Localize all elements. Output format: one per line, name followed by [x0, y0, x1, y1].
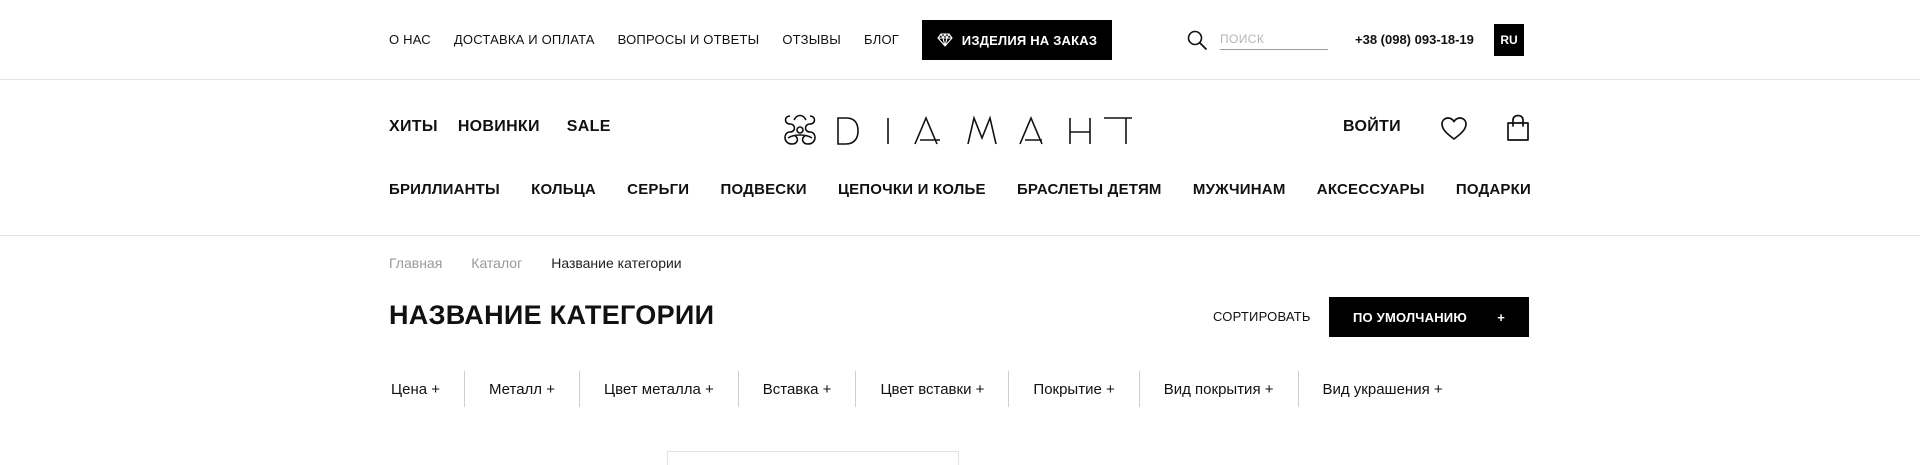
shopping-bag-icon[interactable]: [1506, 114, 1530, 142]
language-switch[interactable]: RU: [1494, 24, 1524, 56]
category-gifts[interactable]: ПОДАРКИ: [1456, 181, 1531, 198]
filter-coating-type[interactable]: Вид покрытия +: [1138, 371, 1298, 407]
filter-insert[interactable]: Вставка +: [737, 371, 856, 407]
category-men[interactable]: МУЖЧИНАМ: [1193, 181, 1286, 198]
phone-number[interactable]: +38 (098) 093-18-19: [1355, 32, 1474, 47]
search-input[interactable]: [1220, 28, 1328, 50]
breadcrumb: Главная Каталог Название категории: [389, 255, 711, 271]
category-nav: БРИЛЛИАНТЫ КОЛЬЦА СЕРЬГИ ПОДВЕСКИ ЦЕПОЧК…: [389, 181, 1531, 198]
category-rings[interactable]: КОЛЬЦА: [531, 181, 596, 198]
category-pendants[interactable]: ПОДВЕСКИ: [721, 181, 807, 198]
logo[interactable]: [780, 110, 1136, 150]
page-title: НАЗВАНИЕ КАТЕГОРИИ: [389, 300, 715, 330]
product-card[interactable]: [667, 451, 959, 465]
top-bar: О НАС ДОСТАВКА И ОПЛАТА ВОПРОСЫ И ОТВЕТЫ…: [0, 0, 1920, 80]
breadcrumb-current: Название категории: [551, 255, 682, 271]
quick-link-hits[interactable]: ХИТЫ: [389, 118, 438, 136]
quick-links: ХИТЫ НОВИНКИ SALE: [389, 118, 611, 136]
sort-dropdown[interactable]: ПО УМОЛЧАНИЮ +: [1329, 297, 1529, 337]
top-nav-delivery[interactable]: ДОСТАВКА И ОПЛАТА: [454, 32, 595, 47]
breadcrumb-catalog[interactable]: Каталог: [471, 255, 522, 271]
filter-metal[interactable]: Металл +: [464, 371, 579, 407]
sort-label: СОРТИРОВАТЬ: [1213, 309, 1311, 324]
category-kids-bracelets[interactable]: БРАСЛЕТЫ ДЕТЯМ: [1017, 181, 1162, 198]
logo-emblem-icon: [784, 114, 816, 145]
filter-bar: Цена + Металл + Цвет металла + Вставка +…: [389, 371, 1467, 407]
top-nav-about[interactable]: О НАС: [389, 32, 431, 47]
category-diamonds[interactable]: БРИЛЛИАНТЫ: [389, 181, 500, 198]
filter-price[interactable]: Цена +: [389, 371, 464, 407]
top-nav-faq[interactable]: ВОПРОСЫ И ОТВЕТЫ: [618, 32, 760, 47]
custom-order-button[interactable]: ИЗДЕЛИЯ НА ЗАКАЗ: [922, 20, 1112, 60]
category-chains[interactable]: ЦЕПОЧКИ И КОЛЬЕ: [838, 181, 986, 198]
top-nav-blog[interactable]: БЛОГ: [864, 32, 899, 47]
plus-icon: +: [1497, 309, 1505, 325]
logo-wordmark: [837, 115, 1132, 145]
filter-metal-color[interactable]: Цвет металла +: [578, 371, 738, 407]
main-header: ХИТЫ НОВИНКИ SALE ВОЙТИ БРИЛЛИАНТЫ КОЛЬЦ…: [0, 80, 1920, 236]
quick-link-sale[interactable]: SALE: [567, 118, 611, 136]
heart-icon[interactable]: [1440, 116, 1468, 142]
search-icon[interactable]: [1186, 29, 1208, 51]
login-link[interactable]: ВОЙТИ: [1343, 118, 1401, 136]
sort-value: ПО УМОЛЧАНИЮ: [1353, 309, 1467, 325]
quick-link-new[interactable]: НОВИНКИ: [458, 118, 540, 136]
filter-coating[interactable]: Покрытие +: [1008, 371, 1138, 407]
category-accessories[interactable]: АКСЕССУАРЫ: [1317, 181, 1425, 198]
top-nav: О НАС ДОСТАВКА И ОПЛАТА ВОПРОСЫ И ОТВЕТЫ…: [389, 32, 922, 47]
top-nav-reviews[interactable]: ОТЗЫВЫ: [782, 32, 841, 47]
filter-jewelry-type[interactable]: Вид украшения +: [1297, 371, 1467, 407]
diamond-icon: [937, 33, 953, 47]
breadcrumb-home[interactable]: Главная: [389, 255, 442, 271]
category-earrings[interactable]: СЕРЬГИ: [627, 181, 689, 198]
custom-order-label: ИЗДЕЛИЯ НА ЗАКАЗ: [961, 32, 1098, 48]
filter-insert-color[interactable]: Цвет вставки +: [855, 371, 1008, 407]
